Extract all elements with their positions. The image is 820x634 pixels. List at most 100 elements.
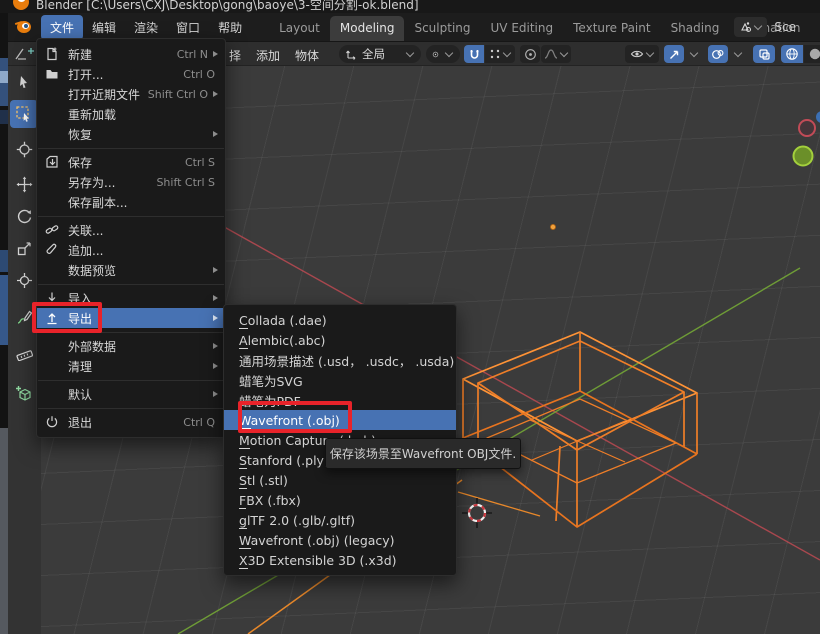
tab-sculpting[interactable]: Sculpting (404, 16, 480, 41)
blender-app-icon[interactable] (15, 18, 33, 36)
solid-sphere-icon (808, 47, 820, 61)
falloff-dropdown[interactable] (541, 45, 571, 63)
submenu-item-grease-pencil-svg[interactable]: 蜡笔为SVG (224, 370, 456, 390)
orientation-icon (345, 48, 358, 61)
move-tool[interactable] (10, 170, 38, 198)
cursor-tool[interactable] (10, 135, 38, 163)
rotate-tool[interactable] (10, 202, 38, 230)
blender-logo-icon (13, 0, 29, 10)
chevron-down-icon (502, 49, 510, 57)
menu-separator (38, 148, 224, 149)
menu-help[interactable]: 帮助 (209, 15, 251, 40)
tab-texture-paint[interactable]: Texture Paint (563, 16, 660, 41)
editor-type-icon[interactable] (14, 46, 38, 62)
tab-shading[interactable]: Shading (661, 16, 730, 41)
scene-dropdown[interactable] (734, 17, 767, 37)
menu-item-recover[interactable]: 恢复 (37, 124, 225, 144)
power-icon (45, 415, 68, 429)
window-title: Blender [C:\Users\CXJ\Desktop\gong\baoye… (36, 0, 419, 13)
menu-item-save-as[interactable]: 另存为... Shift Ctrl S (37, 172, 225, 192)
add-cube-tool[interactable] (10, 380, 38, 408)
menu-edit[interactable]: 编辑 (83, 15, 125, 40)
menu-separator (38, 408, 224, 409)
transform-tool[interactable] (10, 266, 38, 294)
tooltip-text: 保存该场景至Wavefront OBJ文件. (330, 445, 516, 462)
snap-toggle[interactable] (464, 45, 484, 63)
link-icon (45, 223, 68, 237)
menu-separator (38, 380, 224, 381)
chevron-down-icon (754, 22, 762, 30)
submenu-item-usd[interactable]: 通用场景描述 (.usd， .usdc， .usda) (224, 350, 456, 370)
menu-item-new[interactable]: 新建 Ctrl N (37, 44, 225, 64)
annotation-box-wavefront (238, 401, 352, 433)
menu-item-open[interactable]: 打开... Ctrl O (37, 64, 225, 84)
proportional-editing-toggle[interactable] (520, 45, 540, 63)
menu-separator (38, 216, 224, 217)
overlays-dropdown[interactable] (729, 45, 745, 63)
add-menu[interactable]: 添加 (256, 47, 280, 64)
annotation-box-export (32, 302, 102, 333)
menu-item-data-previews[interactable]: 数据预览 (37, 260, 225, 280)
menu-item-external-data[interactable]: 外部数据 (37, 336, 225, 356)
tab-rendering[interactable]: Renderi (811, 16, 820, 41)
shading-wireframe-button[interactable] (781, 45, 803, 63)
submenu-item-stl[interactable]: Stl (.stl) (224, 470, 456, 490)
menu-item-defaults[interactable]: 默认 (37, 384, 225, 404)
chevron-down-icon (445, 49, 453, 57)
file-menu-dropdown: 新建 Ctrl N 打开... Ctrl O 打开近期文件 Shift Ctrl… (36, 38, 226, 438)
submenu-item-collada[interactable]: Collada (.dae) (224, 310, 456, 330)
pivot-icon (432, 48, 439, 61)
menu-file[interactable]: 文件 (41, 15, 83, 40)
tooltip: 保存该场景至Wavefront OBJ文件. (325, 438, 521, 469)
xray-toggle[interactable] (753, 45, 775, 63)
gizmos-dropdown[interactable] (685, 45, 701, 63)
menu-item-clean-up[interactable]: 清理 (37, 356, 225, 376)
chevron-down-icon (645, 49, 653, 57)
visibility-dropdown[interactable] (625, 45, 659, 63)
snap-with-dropdown[interactable] (485, 45, 515, 63)
magnet-icon (468, 48, 481, 61)
menu-item-save[interactable]: 保存 Ctrl S (37, 152, 225, 172)
menu-render[interactable]: 渲染 (125, 15, 167, 40)
title-bar: Blender [C:\Users\CXJ\Desktop\gong\baoye… (0, 0, 820, 13)
submenu-item-alembic[interactable]: Alembic(.abc) (224, 330, 456, 350)
scale-tool[interactable] (10, 234, 38, 262)
tweak-tool[interactable] (10, 68, 38, 96)
menu-item-revert[interactable]: 重新加载 (37, 104, 225, 124)
select-box-tool[interactable] (10, 100, 38, 128)
submenu-item-gltf[interactable]: glTF 2.0 (.glb/.gltf) (224, 510, 456, 530)
scene-icon (738, 20, 752, 34)
menu-window[interactable]: 窗口 (167, 15, 209, 40)
menu-item-quit[interactable]: 退出 Ctrl Q (37, 412, 225, 432)
tab-uv-editing[interactable]: UV Editing (481, 16, 564, 41)
menu-item-save-copy[interactable]: 保存副本... (37, 192, 225, 212)
orientation-value: 全局 (362, 46, 385, 62)
file-new-icon (45, 47, 68, 61)
measure-tool[interactable] (10, 338, 38, 366)
chevron-down-icon (559, 49, 567, 57)
falloff-curve-icon (544, 48, 558, 60)
overlays-toggle[interactable] (708, 45, 728, 63)
pivot-point-dropdown[interactable] (426, 45, 460, 63)
overlays-icon (711, 48, 725, 61)
gizmos-toggle[interactable] (664, 45, 684, 63)
shading-solid-button[interactable] (804, 45, 820, 63)
xray-icon (758, 48, 771, 61)
folder-icon (45, 67, 68, 81)
tab-layout[interactable]: Layout (269, 16, 330, 41)
transform-orientation-dropdown[interactable]: 全局 (339, 45, 421, 63)
gizmo-arrow-icon (668, 48, 681, 61)
menu-item-open-recent[interactable]: 打开近期文件 Shift Ctrl O (37, 84, 225, 104)
tab-modeling[interactable]: Modeling (330, 16, 405, 41)
proportional-icon (524, 48, 537, 61)
chevron-down-icon (406, 49, 414, 57)
select-menu-partial[interactable]: 择 (229, 47, 241, 64)
snap-grid-icon (489, 48, 501, 60)
menu-item-append[interactable]: 追加... (37, 240, 225, 260)
submenu-item-wavefront-legacy[interactable]: Wavefront (.obj) (legacy) (224, 530, 456, 550)
menu-item-link[interactable]: 关联... (37, 220, 225, 240)
chevron-down-icon (689, 49, 697, 57)
submenu-item-fbx[interactable]: FBX (.fbx) (224, 490, 456, 510)
submenu-item-x3d[interactable]: X3D Extensible 3D (.x3d) (224, 550, 456, 570)
object-menu[interactable]: 物体 (295, 47, 319, 64)
